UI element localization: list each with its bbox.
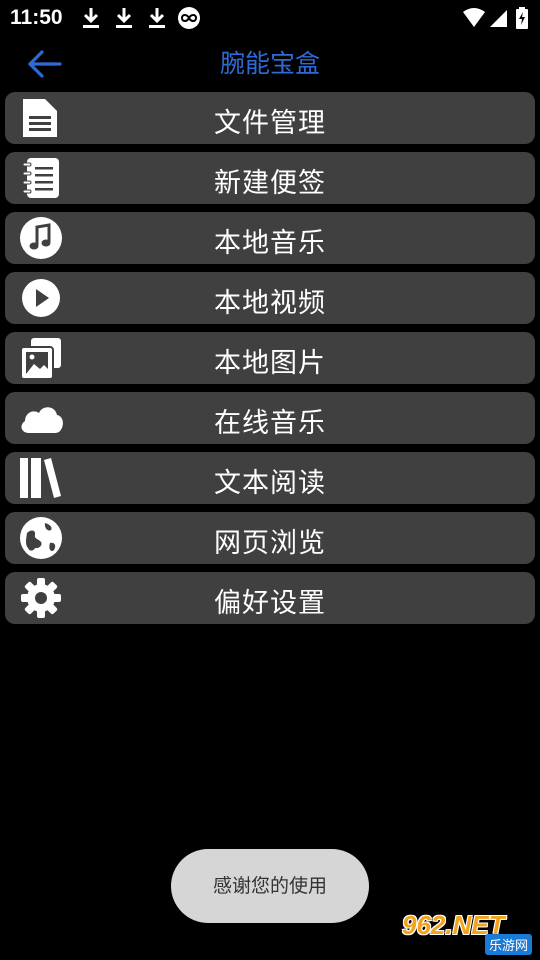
infinity-icon [178, 7, 200, 29]
menu-item-label: 在线音乐 [214, 408, 326, 439]
menu-item-label: 文件管理 [214, 108, 326, 139]
menu-item-label: 新建便签 [214, 168, 326, 199]
watermark-sub: 乐游网 [484, 934, 532, 955]
status-bar: 11:50 [0, 0, 540, 36]
menu-item-local-music[interactable]: 本地音乐 [5, 212, 535, 264]
menu-item-label: 偏好设置 [214, 588, 326, 619]
toast-message: 感谢您的使用 [171, 849, 369, 923]
download-icon [83, 8, 99, 28]
menu-item-local-video[interactable]: 本地视频 [5, 272, 535, 324]
menu-item-label: 本地图片 [214, 348, 326, 379]
menu-item-new-note[interactable]: 新建便签 [5, 152, 535, 204]
download-icon [116, 8, 132, 28]
signal-icon [490, 10, 507, 27]
wifi-icon [463, 8, 485, 27]
watermark-logo: 962.NET 乐游网 [400, 910, 536, 956]
menu-item-online-music[interactable]: 在线音乐 [5, 392, 535, 444]
menu-item-file-manager[interactable]: 文件管理 [5, 92, 535, 144]
menu-item-label: 网页浏览 [214, 528, 326, 559]
download-icon [149, 8, 165, 28]
menu-list: 文件管理 新建便签 本地音乐 本地视频 本地图片 在线音乐 文本阅读 网页浏览 … [5, 92, 535, 632]
status-time: 11:50 [10, 6, 63, 29]
menu-item-local-images[interactable]: 本地图片 [5, 332, 535, 384]
page-title: 腕能宝盒 [219, 49, 320, 78]
battery-charging-icon [516, 7, 528, 29]
menu-item-preferences[interactable]: 偏好设置 [5, 572, 535, 624]
menu-item-label: 本地视频 [214, 288, 326, 319]
menu-item-text-reading[interactable]: 文本阅读 [5, 452, 535, 504]
menu-item-label: 本地音乐 [214, 228, 326, 259]
menu-item-web-browsing[interactable]: 网页浏览 [5, 512, 535, 564]
app-bar: 腕能宝盒 [0, 36, 540, 90]
menu-item-label: 文本阅读 [214, 468, 326, 499]
